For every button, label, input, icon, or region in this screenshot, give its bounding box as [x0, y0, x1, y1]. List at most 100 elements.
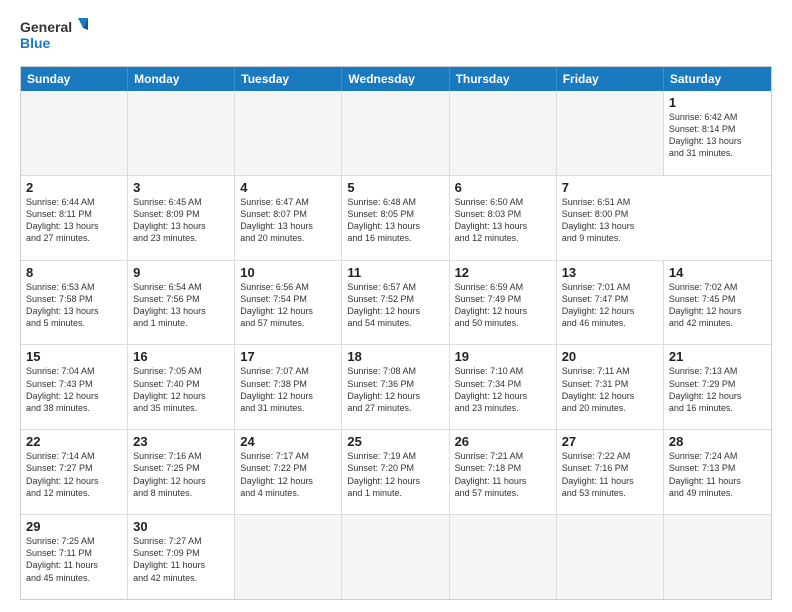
logo: General Blue [20, 16, 90, 56]
day-cell-2: 2Sunrise: 6:44 AMSunset: 8:11 PMDaylight… [21, 176, 128, 260]
day-info: Sunrise: 7:13 AMSunset: 7:29 PMDaylight:… [669, 366, 742, 412]
day-info: Sunrise: 7:19 AMSunset: 7:20 PMDaylight:… [347, 451, 420, 497]
day-cell-23: 23 Sunrise: 7:16 AMSunset: 7:25 PMDayligh… [128, 430, 235, 514]
day-header-sunday: Sunday [21, 67, 128, 91]
day-cell-19: 19 Sunrise: 7:10 AMSunset: 7:34 PMDayligh… [450, 345, 557, 429]
day-header-tuesday: Tuesday [235, 67, 342, 91]
week-row-6: 29Sunrise: 7:25 AMSunset: 7:11 PMDayligh… [21, 514, 771, 599]
day-cell-18: 18 Sunrise: 7:08 AMSunset: 7:36 PMDayligh… [342, 345, 449, 429]
day-info: Sunrise: 7:14 AMSunset: 7:27 PMDaylight:… [26, 451, 99, 497]
day-cell-15: 15Sunrise: 7:04 AMSunset: 7:43 PMDayligh… [21, 345, 128, 429]
day-info: Sunrise: 7:25 AMSunset: 7:11 PMDaylight:… [26, 536, 98, 582]
day-number: 20 [562, 349, 658, 364]
calendar-body: 1 Sunrise: 6:42 AMSunset: 8:14 PMDaylight… [21, 91, 771, 599]
day-number: 9 [133, 265, 229, 280]
day-cell-24: 24 Sunrise: 7:17 AMSunset: 7:22 PMDayligh… [235, 430, 342, 514]
day-cell-20: 20Sunrise: 7:11 AMSunset: 7:31 PMDayligh… [557, 345, 664, 429]
day-info: Sunrise: 6:56 AMSunset: 7:54 PMDaylight:… [240, 282, 313, 328]
week-row-2: 2Sunrise: 6:44 AMSunset: 8:11 PMDaylight… [21, 175, 771, 260]
day-cell-8: 8 Sunrise: 6:53 AMSunset: 7:58 PMDaylight… [21, 261, 128, 345]
day-cell-6: 6 Sunrise: 6:50 AMSunset: 8:03 PMDaylight… [450, 176, 557, 260]
day-info: Sunrise: 6:50 AMSunset: 8:03 PMDaylight:… [455, 197, 528, 243]
day-cell-5: 5Sunrise: 6:48 AMSunset: 8:05 PMDaylight… [342, 176, 449, 260]
day-info: Sunrise: 7:27 AMSunset: 7:09 PMDaylight:… [133, 536, 205, 582]
day-cell-29: 29Sunrise: 7:25 AMSunset: 7:11 PMDayligh… [21, 515, 128, 599]
empty-cell [235, 515, 342, 599]
day-number: 25 [347, 434, 443, 449]
day-cell-14: 14Sunrise: 7:02 AMSunset: 7:45 PMDayligh… [664, 261, 771, 345]
day-info: Sunrise: 6:57 AMSunset: 7:52 PMDaylight:… [347, 282, 420, 328]
day-cell-10: 10Sunrise: 6:56 AMSunset: 7:54 PMDayligh… [235, 261, 342, 345]
day-info: Sunrise: 7:22 AMSunset: 7:16 PMDaylight:… [562, 451, 634, 497]
day-number: 30 [133, 519, 229, 534]
empty-cell [342, 91, 449, 175]
day-number: 26 [455, 434, 551, 449]
calendar-header: SundayMondayTuesdayWednesdayThursdayFrid… [21, 67, 771, 91]
header: General Blue [20, 16, 772, 56]
day-info: Sunrise: 7:17 AMSunset: 7:22 PMDaylight:… [240, 451, 313, 497]
day-cell-22: 22 Sunrise: 7:14 AMSunset: 7:27 PMDayligh… [21, 430, 128, 514]
day-cell-21: 21Sunrise: 7:13 AMSunset: 7:29 PMDayligh… [664, 345, 771, 429]
empty-cell [664, 515, 771, 599]
day-number: 22 [26, 434, 122, 449]
day-cell-30: 30 Sunrise: 7:27 AMSunset: 7:09 PMDayligh… [128, 515, 235, 599]
day-number: 15 [26, 349, 122, 364]
day-cell-1: 1 Sunrise: 6:42 AMSunset: 8:14 PMDaylight… [664, 91, 771, 175]
day-cell-11: 11 Sunrise: 6:57 AMSunset: 7:52 PMDayligh… [342, 261, 449, 345]
day-info: Sunrise: 7:07 AMSunset: 7:38 PMDaylight:… [240, 366, 313, 412]
day-cell-17: 17 Sunrise: 7:07 AMSunset: 7:38 PMDayligh… [235, 345, 342, 429]
empty-cell [342, 515, 449, 599]
day-cell-9: 9Sunrise: 6:54 AMSunset: 7:56 PMDaylight… [128, 261, 235, 345]
day-number: 3 [133, 180, 229, 195]
week-row-3: 8 Sunrise: 6:53 AMSunset: 7:58 PMDaylight… [21, 260, 771, 345]
day-number: 1 [669, 95, 766, 110]
day-number: 5 [347, 180, 443, 195]
week-row-4: 15Sunrise: 7:04 AMSunset: 7:43 PMDayligh… [21, 344, 771, 429]
day-number: 17 [240, 349, 336, 364]
day-header-saturday: Saturday [664, 67, 771, 91]
svg-text:Blue: Blue [20, 35, 51, 51]
day-header-wednesday: Wednesday [342, 67, 449, 91]
day-number: 4 [240, 180, 336, 195]
day-info: Sunrise: 6:59 AMSunset: 7:49 PMDaylight:… [455, 282, 528, 328]
day-number: 18 [347, 349, 443, 364]
day-header-thursday: Thursday [450, 67, 557, 91]
day-cell-26: 26 Sunrise: 7:21 AMSunset: 7:18 PMDayligh… [450, 430, 557, 514]
day-info: Sunrise: 6:45 AMSunset: 8:09 PMDaylight:… [133, 197, 206, 243]
day-number: 27 [562, 434, 658, 449]
day-number: 12 [455, 265, 551, 280]
day-info: Sunrise: 6:42 AMSunset: 8:14 PMDaylight:… [669, 112, 742, 158]
day-info: Sunrise: 7:21 AMSunset: 7:18 PMDaylight:… [455, 451, 527, 497]
day-number: 2 [26, 180, 122, 195]
day-number: 23 [133, 434, 229, 449]
logo-svg: General Blue [20, 16, 90, 56]
empty-cell [557, 515, 664, 599]
day-cell-3: 3 Sunrise: 6:45 AMSunset: 8:09 PMDaylight… [128, 176, 235, 260]
day-cell-13: 13Sunrise: 7:01 AMSunset: 7:47 PMDayligh… [557, 261, 664, 345]
empty-cell [235, 91, 342, 175]
empty-cell [557, 91, 664, 175]
day-number: 24 [240, 434, 336, 449]
empty-cell [450, 91, 557, 175]
day-cell-16: 16Sunrise: 7:05 AMSunset: 7:40 PMDayligh… [128, 345, 235, 429]
day-number: 7 [562, 180, 659, 195]
day-cell-27: 27 Sunrise: 7:22 AMSunset: 7:16 PMDayligh… [557, 430, 664, 514]
day-cell-4: 4Sunrise: 6:47 AMSunset: 8:07 PMDaylight… [235, 176, 342, 260]
calendar: SundayMondayTuesdayWednesdayThursdayFrid… [20, 66, 772, 600]
day-number: 6 [455, 180, 551, 195]
day-info: Sunrise: 6:51 AMSunset: 8:00 PMDaylight:… [562, 197, 635, 243]
day-info: Sunrise: 7:08 AMSunset: 7:36 PMDaylight:… [347, 366, 420, 412]
empty-cell [450, 515, 557, 599]
day-info: Sunrise: 7:16 AMSunset: 7:25 PMDaylight:… [133, 451, 206, 497]
day-cell-7: 7 Sunrise: 6:51 AMSunset: 8:00 PMDaylight… [557, 176, 664, 260]
day-number: 28 [669, 434, 766, 449]
page: General Blue SundayMondayTuesdayWednesda… [0, 0, 792, 612]
day-info: Sunrise: 7:05 AMSunset: 7:40 PMDaylight:… [133, 366, 206, 412]
day-number: 14 [669, 265, 766, 280]
day-number: 8 [26, 265, 122, 280]
day-number: 19 [455, 349, 551, 364]
day-info: Sunrise: 7:10 AMSunset: 7:34 PMDaylight:… [455, 366, 528, 412]
day-info: Sunrise: 6:53 AMSunset: 7:58 PMDaylight:… [26, 282, 99, 328]
day-number: 11 [347, 265, 443, 280]
day-header-monday: Monday [128, 67, 235, 91]
